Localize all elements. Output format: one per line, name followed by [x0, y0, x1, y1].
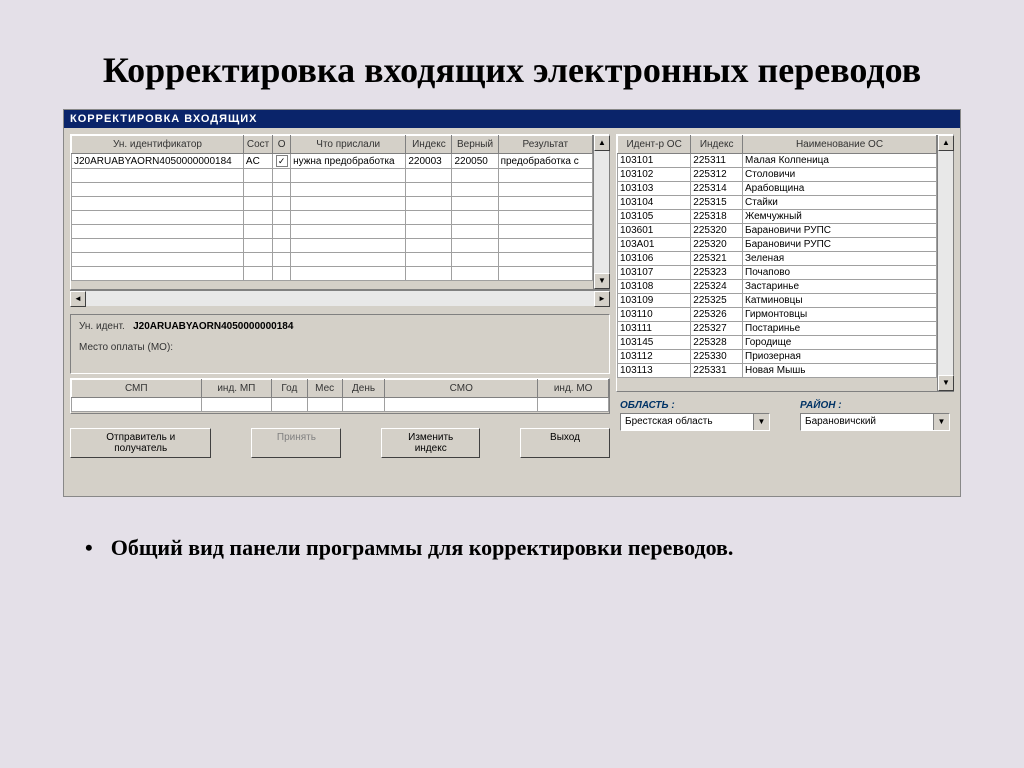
scroll-down-icon[interactable]: ▼: [938, 375, 954, 391]
change-index-button[interactable]: Изменить индекс: [381, 428, 480, 458]
col-header[interactable]: Идент-р ОС: [618, 136, 691, 154]
col-header[interactable]: Сост: [243, 136, 272, 154]
os-grid-vscroll[interactable]: ▲ ▼: [937, 135, 953, 391]
accept-button[interactable]: Принять: [251, 428, 341, 458]
col-header[interactable]: Индекс: [691, 136, 743, 154]
col-header[interactable]: Ун. идентификатор: [72, 136, 244, 154]
chevron-down-icon[interactable]: ▼: [753, 414, 769, 430]
window-title: КОРРЕКТИРОВКА ВХОДЯЩИХ: [64, 110, 960, 128]
slide-caption: Общий вид панели программы для корректир…: [111, 535, 734, 561]
table-row[interactable]: 103101225311Малая Колпеница: [618, 154, 937, 168]
incoming-grid-hscroll[interactable]: ◄ ►: [70, 290, 610, 306]
exit-button[interactable]: Выход: [520, 428, 610, 458]
table-row[interactable]: 103106225321Зеленая: [618, 252, 937, 266]
col-header[interactable]: инд. МО: [538, 380, 609, 398]
scroll-down-icon[interactable]: ▼: [594, 273, 610, 289]
table-row[interactable]: 103105225318Жемчужный: [618, 210, 937, 224]
table-row[interactable]: 103103225314Арабовщина: [618, 182, 937, 196]
table-row[interactable]: [72, 239, 593, 253]
scroll-up-icon[interactable]: ▲: [938, 135, 954, 151]
table-row[interactable]: 103145225328Городище: [618, 336, 937, 350]
col-header[interactable]: СМО: [385, 380, 538, 398]
scroll-left-icon[interactable]: ◄: [70, 291, 86, 307]
detail-place-label: Место оплаты (МО):: [79, 342, 173, 353]
scroll-right-icon[interactable]: ►: [594, 291, 610, 307]
chevron-down-icon[interactable]: ▼: [933, 414, 949, 430]
col-header[interactable]: О: [273, 136, 291, 154]
col-header[interactable]: Индекс: [406, 136, 452, 154]
col-header[interactable]: Мес: [307, 380, 342, 398]
bullet-icon: •: [85, 535, 93, 561]
district-value: Барановичский: [801, 414, 933, 430]
checkbox[interactable]: ✓: [276, 155, 288, 167]
table-row[interactable]: 103109225325Катминовцы: [618, 294, 937, 308]
table-row[interactable]: [72, 169, 593, 183]
table-row[interactable]: [72, 225, 593, 239]
table-row[interactable]: 103102225312Столовичи: [618, 168, 937, 182]
col-header[interactable]: Год: [272, 380, 307, 398]
table-row[interactable]: 103107225323Почапово: [618, 266, 937, 280]
table-row[interactable]: 103104225315Стайки: [618, 196, 937, 210]
detail-panel: Ун. идент. J20ARUABYAORN4050000000184 Ме…: [70, 314, 610, 374]
detail-id-label: Ун. идент.: [79, 321, 125, 332]
sender-recipient-button[interactable]: Отправитель и получатель: [70, 428, 211, 458]
table-row[interactable]: [72, 211, 593, 225]
slide-title: Корректировка входящих электронных перев…: [0, 0, 1024, 109]
district-label: РАЙОН :: [800, 400, 950, 411]
incoming-grid[interactable]: Ун. идентификаторСостОЧто прислалиИндекс…: [71, 135, 593, 281]
app-window: КОРРЕКТИРОВКА ВХОДЯЩИХ Ун. идентификатор…: [63, 109, 961, 497]
table-row[interactable]: 103113225331Новая Мышь: [618, 364, 937, 378]
os-grid[interactable]: Идент-р ОСИндексНаименование ОС 10310122…: [617, 135, 937, 378]
region-value: Брестская область: [621, 414, 753, 430]
table-row[interactable]: [72, 398, 609, 412]
incoming-grid-vscroll[interactable]: ▲ ▼: [593, 135, 609, 289]
region-combo[interactable]: Брестская область ▼: [620, 413, 770, 431]
table-row[interactable]: [72, 183, 593, 197]
table-row[interactable]: 103112225330Приозерная: [618, 350, 937, 364]
district-combo[interactable]: Барановичский ▼: [800, 413, 950, 431]
col-header[interactable]: Верный: [452, 136, 498, 154]
region-label: ОБЛАСТЬ :: [620, 400, 770, 411]
detail-id-value: J20ARUABYAORN4050000000184: [133, 321, 293, 332]
table-row[interactable]: 103111225327Постаринье: [618, 322, 937, 336]
table-row[interactable]: 103А01225320Барановичи РУПС: [618, 238, 937, 252]
table-row[interactable]: [72, 197, 593, 211]
col-header[interactable]: Результат: [498, 136, 592, 154]
table-row[interactable]: 103108225324Застаринье: [618, 280, 937, 294]
table-row[interactable]: 103601225320Барановичи РУПС: [618, 224, 937, 238]
table-row[interactable]: 103110225326Гирмонтовцы: [618, 308, 937, 322]
col-header[interactable]: Что прислали: [291, 136, 406, 154]
col-header[interactable]: инд. МП: [201, 380, 272, 398]
table-row[interactable]: [72, 267, 593, 281]
col-header[interactable]: СМП: [72, 380, 202, 398]
scroll-up-icon[interactable]: ▲: [594, 135, 610, 151]
table-row[interactable]: J20ARUABYAORN4050000000184AC✓нужна предо…: [72, 154, 593, 169]
col-header[interactable]: День: [342, 380, 384, 398]
col-header[interactable]: Наименование ОС: [743, 136, 937, 154]
sub-grid[interactable]: СМПинд. МПГодМесДеньСМОинд. МО: [71, 379, 609, 412]
table-row[interactable]: [72, 253, 593, 267]
